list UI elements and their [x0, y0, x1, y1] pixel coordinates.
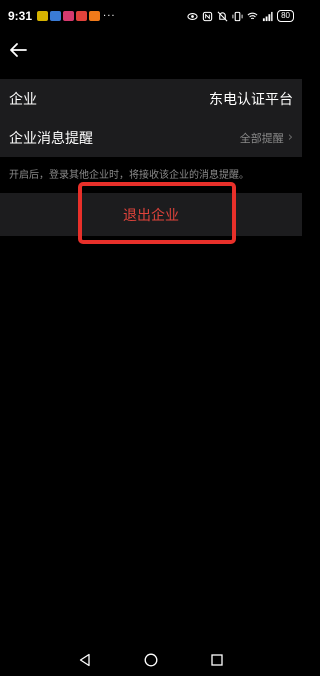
nav-home-button[interactable]: [143, 652, 159, 668]
app-notification-icon: [37, 11, 49, 21]
status-indicators: 80: [187, 10, 294, 22]
battery-indicator: 80: [277, 10, 294, 22]
app-notification-icon: [63, 11, 75, 21]
nfc-icon: [202, 11, 213, 21]
eye-icon: [187, 12, 198, 20]
status-bar: 9:31 ··· 80: [0, 0, 302, 32]
notification-label: 企业消息提醒: [9, 130, 93, 147]
triangle-back-icon: [79, 653, 90, 667]
navigation-bar: [0, 644, 302, 676]
app-notification-icon: [50, 11, 62, 21]
notification-value: 全部提醒: [239, 131, 284, 145]
notification-icons: [37, 11, 101, 21]
app-notification-icon: [89, 11, 101, 21]
company-value: 东电认证平台: [209, 91, 293, 108]
signal-icon: [263, 11, 273, 21]
header: [0, 38, 302, 66]
nav-recents-button[interactable]: [209, 652, 225, 668]
notification-setting-row[interactable]: 企业消息提醒 全部提醒 ›: [0, 118, 302, 157]
screen: 9:31 ··· 80 企业 东电认证平台 企业消息提醒 全部提醒 › 开启后，…: [0, 0, 302, 676]
mute-icon: [217, 11, 228, 21]
more-notifications: ···: [103, 10, 116, 22]
vibrate-icon: [232, 11, 243, 21]
square-recents-icon: [211, 654, 223, 666]
app-notification-icon: [76, 11, 88, 21]
status-time: 9:31: [8, 9, 33, 23]
company-row: 企业 东电认证平台: [0, 79, 302, 118]
circle-home-icon: [144, 653, 158, 667]
wifi-icon: [247, 12, 258, 19]
notification-hint: 开启后，登录其他企业时，将接收该企业的消息提醒。: [9, 170, 249, 181]
nav-back-button[interactable]: [77, 652, 93, 668]
arrow-left-icon: [10, 43, 27, 57]
chevron-right-icon: ›: [287, 130, 293, 145]
settings-group: 企业 东电认证平台 企业消息提醒 全部提醒 ›: [0, 79, 302, 157]
back-button[interactable]: [8, 40, 28, 60]
company-label: 企业: [9, 91, 37, 108]
highlight-box: [78, 182, 236, 244]
